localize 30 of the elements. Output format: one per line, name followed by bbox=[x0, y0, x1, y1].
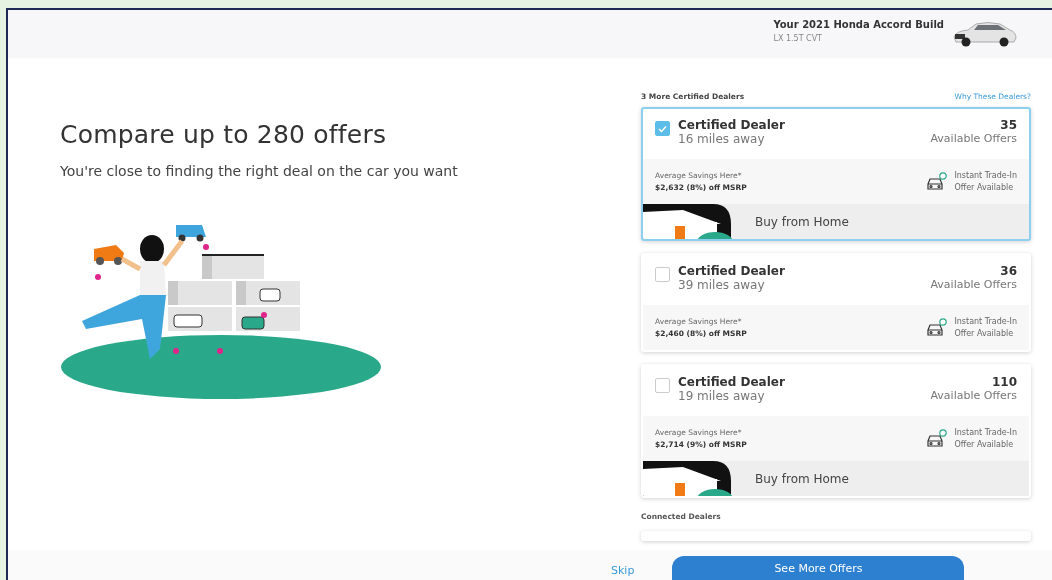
trade-in-availability: Offer Available bbox=[954, 183, 1015, 192]
dealer-name: Certified Dealer bbox=[678, 264, 785, 278]
build-title: Your 2021 Honda Accord Build bbox=[773, 19, 944, 30]
dealer-name: Certified Dealer bbox=[678, 118, 785, 132]
offers-label: Available Offers bbox=[930, 389, 1017, 402]
trade-in-label: Instant Trade-In bbox=[954, 428, 1017, 437]
hero-subtitle: You're close to finding the right deal on the car you want bbox=[60, 163, 459, 179]
offers-label: Available Offers bbox=[930, 278, 1017, 291]
offers-count: 110 bbox=[991, 375, 1017, 389]
dealer-checkbox[interactable] bbox=[655, 267, 670, 282]
offers-count: 36 bbox=[1000, 264, 1017, 278]
see-more-offers-button[interactable]: See More Offers bbox=[672, 556, 965, 580]
trade-in-label: Instant Trade-In bbox=[954, 171, 1017, 180]
offers-count: 35 bbox=[1000, 118, 1017, 132]
dealer-distance: 39 miles away bbox=[678, 278, 766, 292]
hero-title: Compare up to 280 offers bbox=[60, 120, 388, 149]
dealer-distance: 16 miles away bbox=[678, 132, 766, 146]
checkmark-icon bbox=[658, 124, 667, 133]
dealer-distance: 19 miles away bbox=[678, 389, 766, 403]
trade-in-label: Instant Trade-In bbox=[954, 317, 1017, 326]
buy-from-home-label: Buy from Home bbox=[755, 471, 849, 486]
trim-label: LX 1.5T CVT bbox=[773, 34, 823, 43]
trade-in-availability: Offer Available bbox=[954, 440, 1015, 449]
trade-in-availability: Offer Available bbox=[954, 329, 1015, 338]
dealer-name: Certified Dealer bbox=[678, 375, 785, 389]
dealer-checkbox[interactable] bbox=[655, 378, 670, 393]
offers-label: Available Offers bbox=[930, 132, 1017, 145]
buy-from-home-label: Buy from Home bbox=[755, 214, 849, 229]
dealer-checkbox[interactable] bbox=[655, 121, 670, 136]
sedan-drawing bbox=[952, 21, 1018, 47]
